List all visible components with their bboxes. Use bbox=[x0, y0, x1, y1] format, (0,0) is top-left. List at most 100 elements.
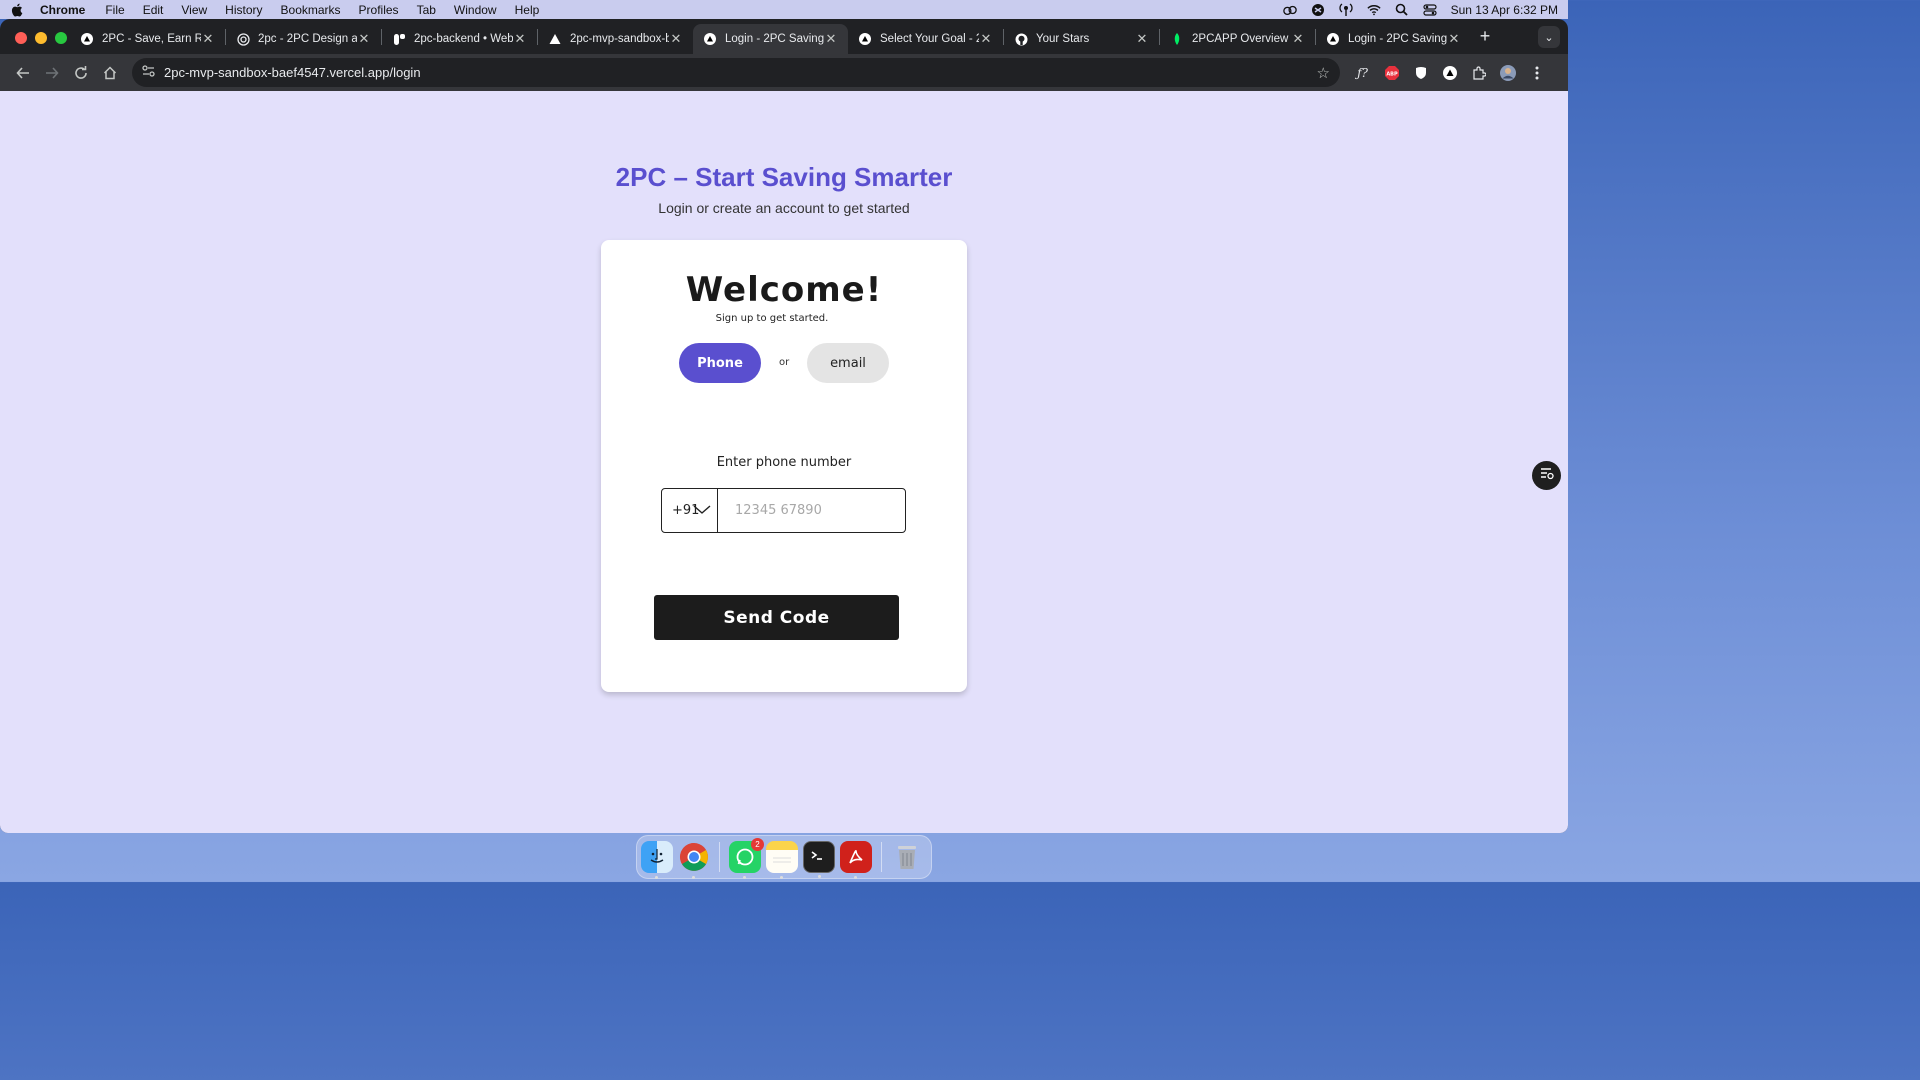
browser-tab[interactable]: Select Your Goal - 2P ✕ bbox=[848, 24, 1003, 54]
browser-tab[interactable]: 2PCAPP Overview | C ✕ bbox=[1160, 24, 1315, 54]
browser-window: 2PC - Save, Earn Rev ✕ 2pc - 2PC Design … bbox=[0, 19, 1568, 833]
phone-method-button[interactable]: Phone bbox=[679, 343, 761, 383]
page-subtitle: Login or create an account to get starte… bbox=[658, 200, 910, 216]
apple-icon[interactable] bbox=[10, 3, 24, 17]
page-viewport: 2PC – Start Saving Smarter Login or crea… bbox=[0, 91, 1568, 833]
or-separator: or bbox=[779, 357, 790, 368]
globe-icon bbox=[236, 32, 250, 46]
whatsapp-icon[interactable]: 2 bbox=[729, 838, 764, 879]
menu-bar-status-area: Sun 13 Apr 6:32 PM bbox=[1282, 2, 1558, 17]
spotlight-search-icon[interactable] bbox=[1395, 3, 1409, 17]
finder-icon[interactable] bbox=[641, 841, 673, 879]
tab-title: Your Stars bbox=[1036, 33, 1090, 45]
control-center-icon[interactable] bbox=[1422, 3, 1437, 17]
address-url[interactable]: 2pc-mvp-sandbox-baef4547.vercel.app/logi… bbox=[164, 65, 1317, 80]
welcome-heading: Welcome! bbox=[685, 270, 883, 310]
notes-icon[interactable] bbox=[766, 841, 798, 879]
profile-avatar[interactable] bbox=[1493, 59, 1522, 87]
formula-extension-icon[interactable]: ƒ? bbox=[1348, 59, 1377, 87]
vpn-icon[interactable] bbox=[1311, 3, 1325, 17]
list-settings-icon bbox=[1539, 466, 1555, 485]
browser-tab[interactable]: Your Stars ✕ bbox=[1004, 24, 1159, 54]
minimize-window-button[interactable] bbox=[35, 32, 47, 44]
maximize-window-button[interactable] bbox=[55, 32, 67, 44]
phone-number-field: +91 bbox=[661, 488, 906, 533]
tab-title: 2PCAPP Overview | C bbox=[1192, 33, 1291, 45]
close-window-button[interactable] bbox=[15, 32, 27, 44]
menu-view[interactable]: View bbox=[181, 3, 207, 17]
tab-search-button[interactable]: ⌄ bbox=[1538, 26, 1560, 48]
creative-cloud-icon[interactable] bbox=[1282, 3, 1297, 17]
menu-history[interactable]: History bbox=[225, 3, 262, 17]
hotspot-icon[interactable] bbox=[1339, 2, 1353, 17]
acrobat-icon[interactable] bbox=[840, 841, 872, 879]
close-tab-icon[interactable]: ✕ bbox=[824, 31, 838, 47]
browser-tab[interactable]: 2pc-backend • Web ✕ bbox=[382, 24, 537, 54]
notification-badge: 2 bbox=[751, 838, 764, 851]
tab-title: 2pc-mvp-sandbox-b bbox=[570, 33, 669, 45]
login-card: Welcome! Sign up to get started. Phone o… bbox=[601, 240, 967, 692]
menu-bookmarks[interactable]: Bookmarks bbox=[281, 3, 341, 17]
close-tab-icon[interactable]: ✕ bbox=[357, 31, 371, 47]
country-code-select[interactable]: +91 bbox=[662, 489, 718, 532]
tab-title: 2PC - Save, Earn Rev bbox=[102, 33, 201, 45]
shield-extension-icon[interactable] bbox=[1406, 59, 1435, 87]
bookmark-star-icon[interactable]: ☆ bbox=[1317, 64, 1330, 82]
menu-app-name[interactable]: Chrome bbox=[40, 3, 85, 17]
running-indicator bbox=[780, 876, 783, 879]
extensions-puzzle-icon[interactable] bbox=[1464, 59, 1493, 87]
side-panel-widget-button[interactable] bbox=[1532, 461, 1561, 490]
macos-menu-bar: Chrome File Edit View History Bookmarks … bbox=[0, 0, 1568, 19]
tab-title: 2pc - 2PC Design an bbox=[258, 33, 357, 45]
chrome-menu-icon[interactable] bbox=[1522, 59, 1551, 87]
adblock-plus-icon[interactable]: ABP bbox=[1377, 59, 1406, 87]
menu-bar-clock[interactable]: Sun 13 Apr 6:32 PM bbox=[1451, 3, 1558, 17]
email-method-button[interactable]: email bbox=[807, 343, 889, 383]
wifi-icon[interactable] bbox=[1366, 3, 1381, 17]
menu-edit[interactable]: Edit bbox=[143, 3, 164, 17]
window-controls bbox=[15, 32, 67, 44]
close-tab-icon[interactable]: ✕ bbox=[1135, 31, 1149, 47]
close-tab-icon[interactable]: ✕ bbox=[979, 31, 993, 47]
menu-profiles[interactable]: Profiles bbox=[359, 3, 399, 17]
svg-text:ABP: ABP bbox=[1386, 71, 1398, 77]
vercel-icon bbox=[1326, 32, 1340, 46]
dock-separator bbox=[881, 842, 882, 872]
browser-tab-active[interactable]: Login - 2PC Savings ✕ bbox=[693, 24, 848, 54]
phone-number-input[interactable] bbox=[718, 489, 905, 532]
reload-button[interactable] bbox=[66, 59, 95, 87]
home-button[interactable] bbox=[95, 59, 124, 87]
browser-tab[interactable]: 2pc - 2PC Design an ✕ bbox=[226, 24, 381, 54]
running-indicator bbox=[743, 876, 746, 879]
close-tab-icon[interactable]: ✕ bbox=[1291, 31, 1305, 47]
menu-file[interactable]: File bbox=[105, 3, 124, 17]
vercel-extension-icon[interactable] bbox=[1435, 59, 1464, 87]
terminal-icon[interactable] bbox=[803, 841, 835, 878]
close-tab-icon[interactable]: ✕ bbox=[669, 31, 683, 47]
menu-tab[interactable]: Tab bbox=[417, 3, 436, 17]
new-tab-button[interactable]: + bbox=[1471, 26, 1499, 47]
tab-title: Login - 2PC Savings bbox=[725, 33, 824, 45]
chrome-icon[interactable] bbox=[678, 841, 710, 879]
address-bar[interactable]: 2pc-mvp-sandbox-baef4547.vercel.app/logi… bbox=[132, 58, 1340, 87]
vercel-icon bbox=[80, 32, 94, 46]
browser-toolbar: 2pc-mvp-sandbox-baef4547.vercel.app/logi… bbox=[0, 54, 1568, 91]
macos-dock: 2 bbox=[636, 835, 932, 879]
browser-tab[interactable]: Login - 2PC Savings ✕ bbox=[1316, 24, 1471, 54]
chevron-down-icon bbox=[693, 503, 711, 519]
site-settings-icon[interactable] bbox=[142, 65, 158, 80]
back-button[interactable] bbox=[8, 59, 37, 87]
running-indicator bbox=[854, 876, 857, 879]
menu-help[interactable]: Help bbox=[515, 3, 540, 17]
github-icon bbox=[1014, 32, 1028, 46]
send-code-button[interactable]: Send Code bbox=[654, 595, 899, 640]
close-tab-icon[interactable]: ✕ bbox=[201, 31, 215, 47]
menu-window[interactable]: Window bbox=[454, 3, 497, 17]
vercel-icon bbox=[858, 32, 872, 46]
close-tab-icon[interactable]: ✕ bbox=[513, 31, 527, 47]
forward-button[interactable] bbox=[37, 59, 66, 87]
close-tab-icon[interactable]: ✕ bbox=[1447, 31, 1461, 47]
browser-tab[interactable]: 2PC - Save, Earn Rev ✕ bbox=[70, 24, 225, 54]
browser-tab[interactable]: 2pc-mvp-sandbox-b ✕ bbox=[538, 24, 693, 54]
trash-icon[interactable] bbox=[891, 841, 923, 873]
